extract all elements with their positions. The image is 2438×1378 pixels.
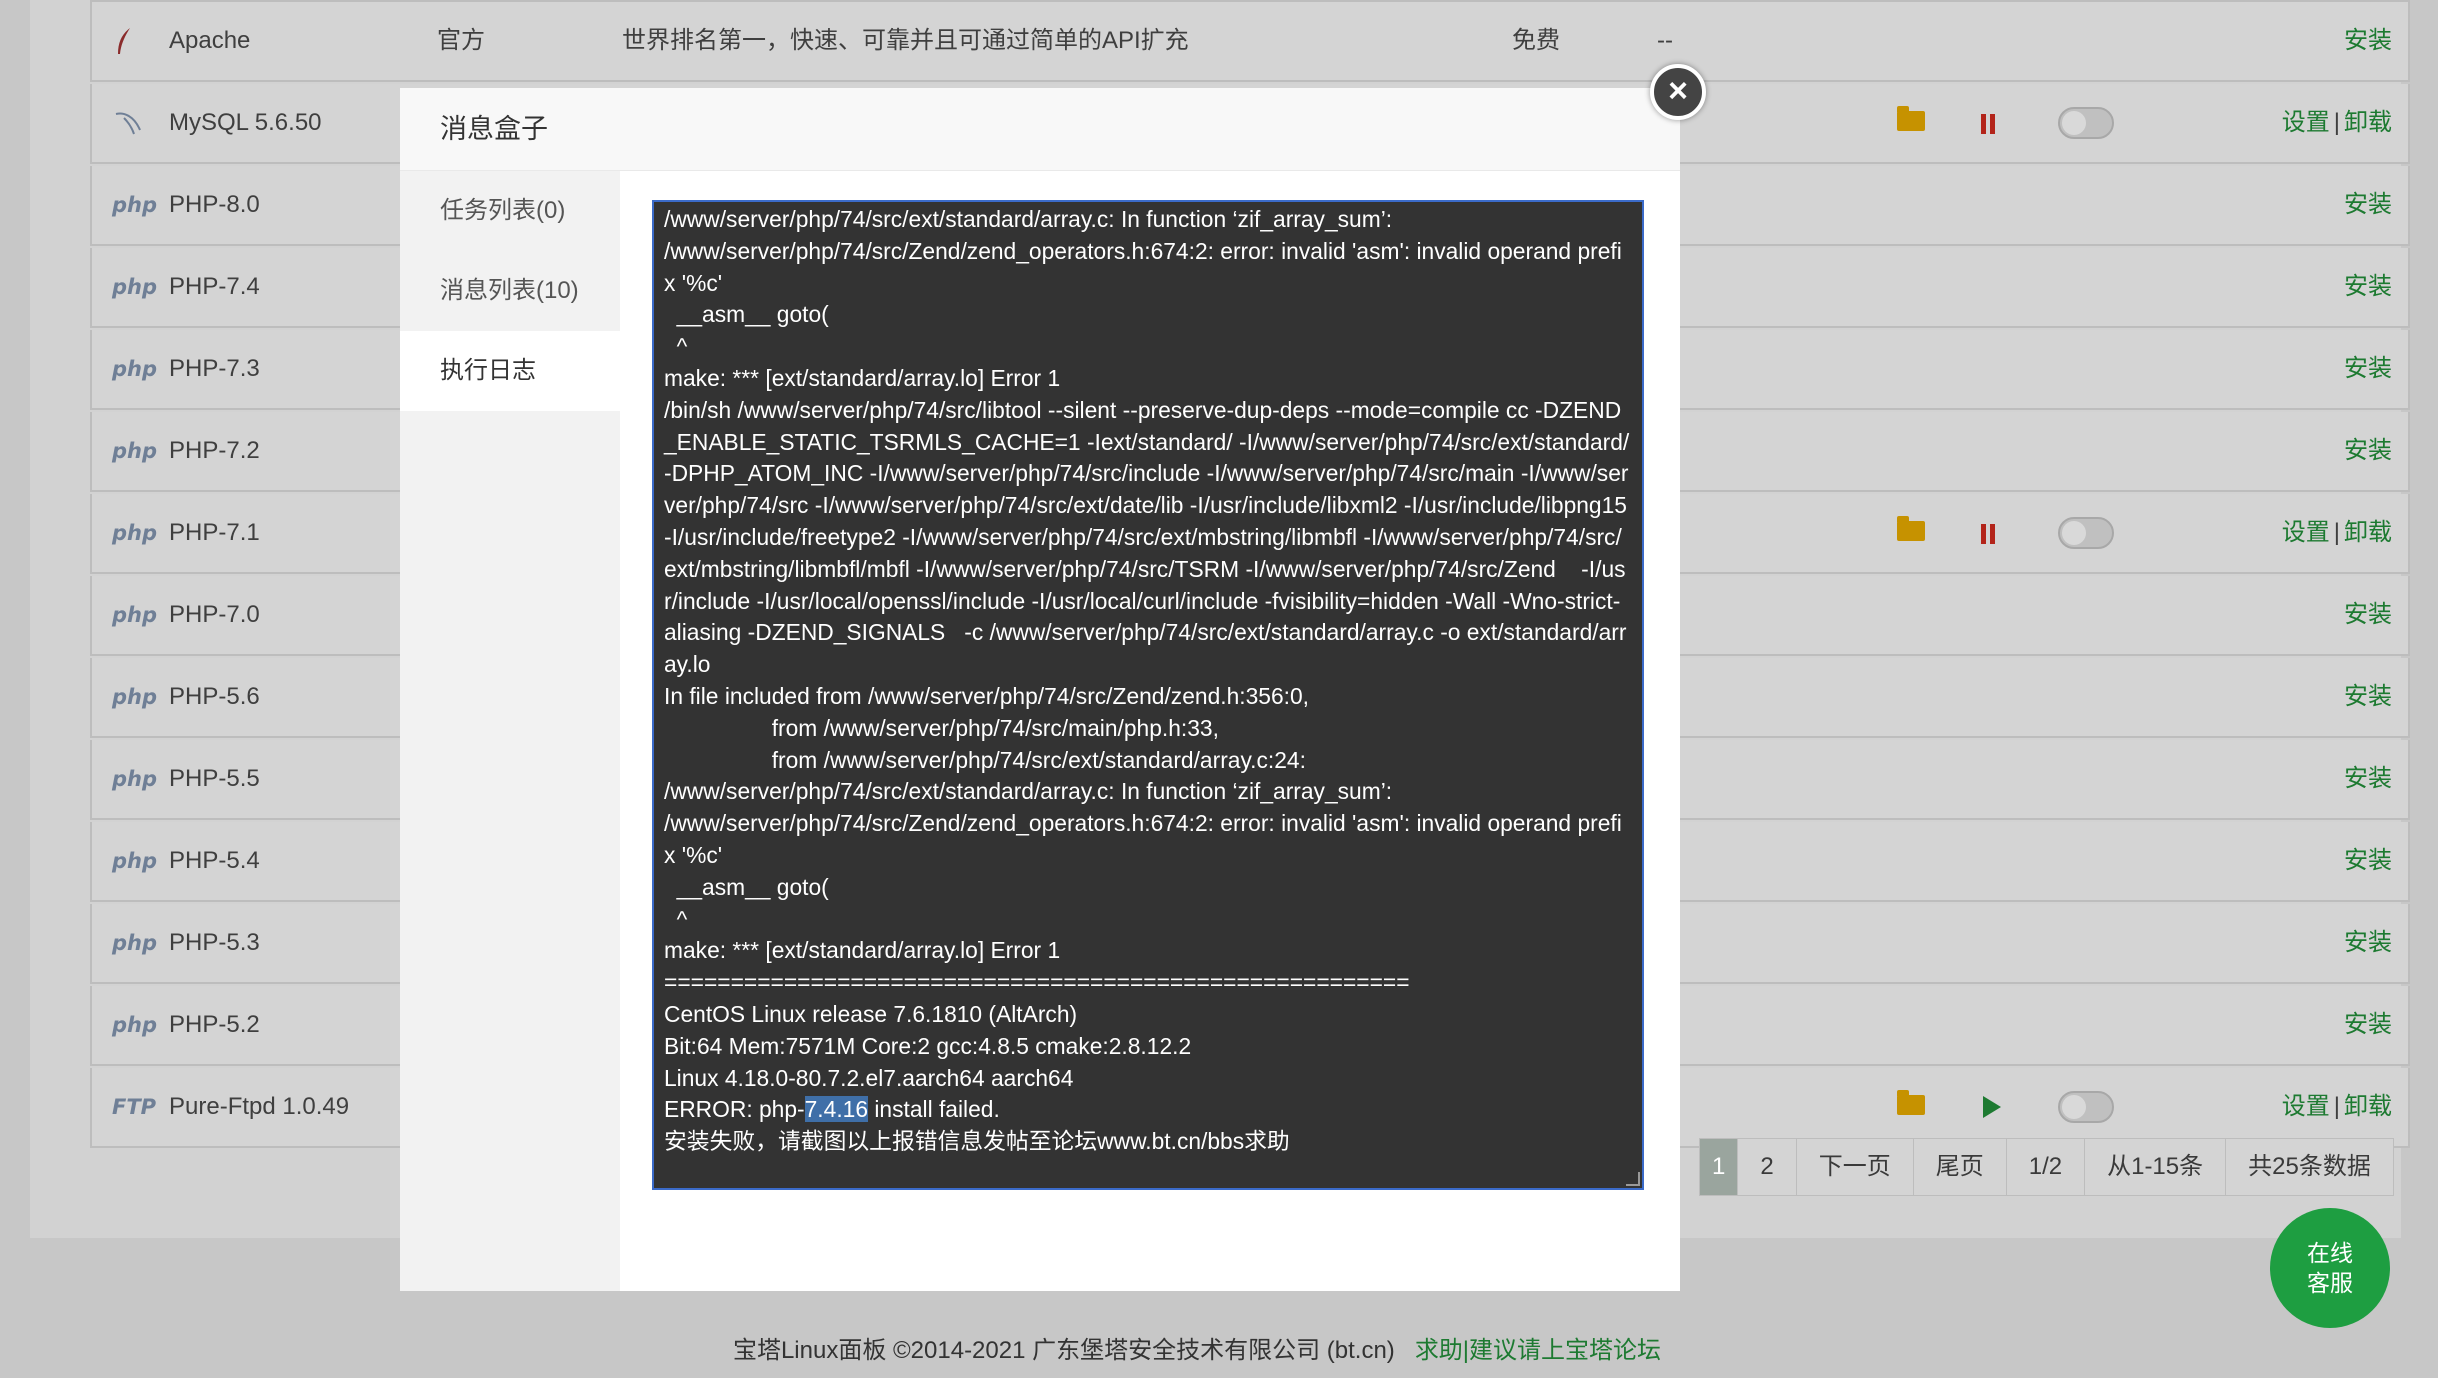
tab-task-list[interactable]: 任务列表(0) <box>400 171 620 251</box>
error-suffix: install failed. <box>868 1096 1000 1123</box>
log-line: /www/server/php/74/src/Zend/zend_operato… <box>664 237 1622 296</box>
log-line: ^ <box>664 333 688 360</box>
log-final-line: 安装失败，请截图以上报错信息发帖至论坛www.bt.cn/bbs求助 <box>664 1128 1290 1155</box>
error-prefix: ERROR: php- <box>664 1096 805 1123</box>
execution-log-textarea[interactable]: /www/server/php/74/src/ext/standard/arra… <box>652 200 1644 1190</box>
log-line: /www/server/php/74/src/ext/standard/arra… <box>664 778 1393 805</box>
tab-message-list[interactable]: 消息列表(10) <box>400 251 620 331</box>
log-line: /www/server/php/74/src/ext/standard/arra… <box>664 206 1393 232</box>
log-line: from /www/server/php/74/src/ext/standard… <box>664 746 1306 773</box>
close-icon[interactable]: × <box>1650 64 1706 120</box>
log-line: Linux 4.18.0-80.7.2.el7.aarch64 aarch64 <box>664 1064 1074 1091</box>
tab-execution-log[interactable]: 执行日志 <box>400 331 620 411</box>
log-line: /www/server/php/74/src/Zend/zend_operato… <box>664 810 1622 868</box>
resize-handle-icon[interactable] <box>1626 1172 1640 1186</box>
log-line: /bin/sh /www/server/php/74/src/libtool -… <box>664 396 1636 678</box>
log-line: __asm__ goto( <box>664 873 829 900</box>
log-line: __asm__ goto( <box>664 301 829 328</box>
log-line: make: *** [ext/standard/array.lo] Error … <box>664 364 1061 391</box>
log-line: make: *** [ext/standard/array.lo] Error … <box>664 937 1061 964</box>
selected-version-text: 7.4.16 <box>804 1096 869 1123</box>
log-line: In file included from /www/server/php/74… <box>664 682 1309 709</box>
log-line: ^ <box>664 905 688 932</box>
log-error-line: ERROR: php-7.4.16 install failed. <box>664 1094 1632 1126</box>
modal-title: 消息盒子 <box>400 88 1680 171</box>
log-line: Bit:64 Mem:7571M Core:2 gcc:4.8.5 cmake:… <box>664 1032 1192 1059</box>
log-line: ========================================… <box>664 969 1410 996</box>
modal-tabs: 任务列表(0) 消息列表(10) 执行日志 <box>400 171 620 1291</box>
message-box-modal: 消息盒子 任务列表(0) 消息列表(10) 执行日志 /www/server/p… <box>400 88 1680 1291</box>
log-line: CentOS Linux release 7.6.1810 (AltArch) <box>664 1000 1078 1027</box>
log-content: /www/server/php/74/src/ext/standard/arra… <box>664 204 1632 1094</box>
log-line: from /www/server/php/74/src/main/php.h:3… <box>664 714 1219 741</box>
